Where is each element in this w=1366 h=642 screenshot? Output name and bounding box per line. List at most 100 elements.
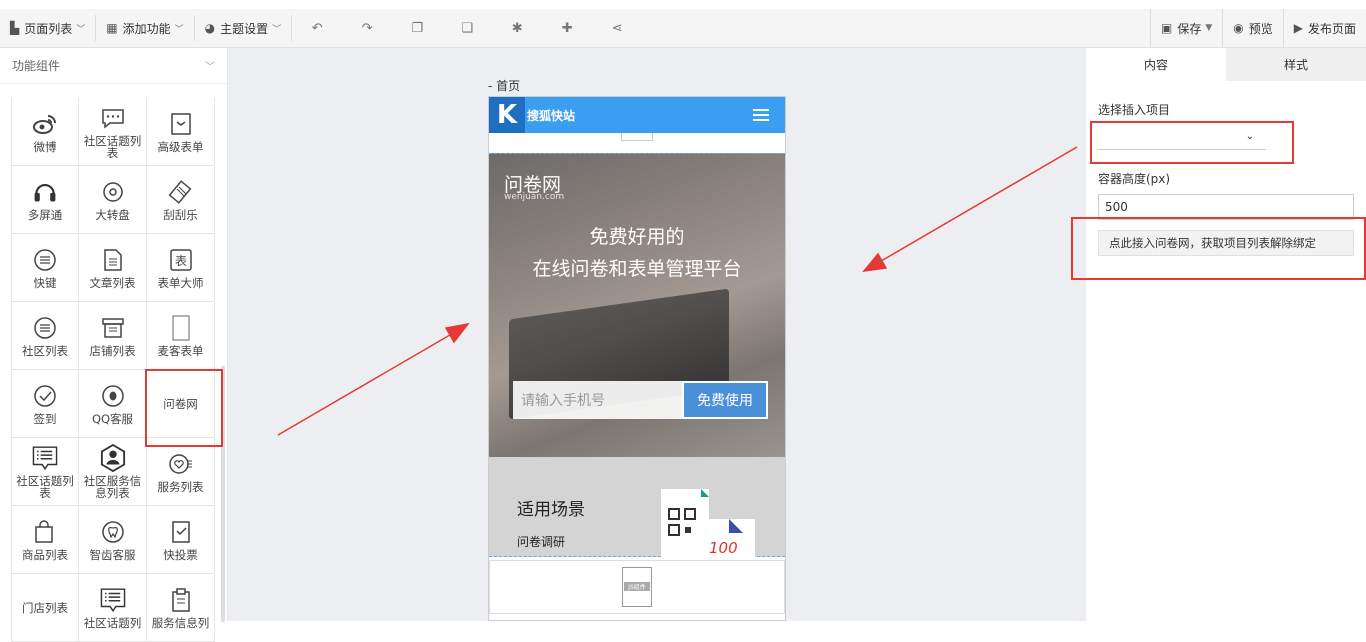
component-item[interactable]: 店铺列表	[79, 302, 147, 370]
component-item[interactable]: 文章列表	[79, 234, 147, 302]
phone-input[interactable]: 请输入手机号	[513, 381, 682, 419]
component-item-label: 微博	[33, 139, 57, 154]
site-logo: K	[489, 97, 525, 133]
banner-headline-2: 在线问卷和表单管理平台	[532, 258, 742, 280]
paste-icon[interactable]: ❏	[442, 21, 492, 36]
scene-item: 问卷调研	[517, 535, 566, 549]
component-item-label: QQ客服	[91, 411, 134, 426]
component-item[interactable]: 社区话题列表	[79, 98, 147, 166]
scene-number: 100	[709, 539, 738, 557]
scene-title: 适用场景	[517, 500, 585, 520]
js-label: JS组件	[624, 582, 650, 591]
component-item[interactable]: 快键	[11, 234, 79, 302]
eye-icon: ◉	[1233, 21, 1244, 35]
component-category-select[interactable]: 功能组件 ﹀	[0, 48, 227, 84]
component-item[interactable]: 社区服务信息列表	[79, 438, 147, 506]
component-item-label: 社区话题列表	[83, 133, 142, 160]
add-feature-label: 添加功能	[122, 21, 171, 36]
editor-canvas: - 首页 K 搜狐快站 问卷网 wenjuan.com 免费好用的 在线问卷和表…	[228, 48, 1086, 621]
component-item[interactable]: 服务信息列	[147, 574, 215, 642]
document-icon	[100, 247, 126, 273]
banner-headline-1: 免费好用的	[589, 226, 685, 248]
component-item-label: 社区列表	[22, 343, 68, 358]
component-item-label: 签到	[33, 411, 57, 426]
heart-list-icon	[168, 451, 194, 477]
component-item[interactable]: 表表单大师	[147, 234, 215, 302]
phone-preview: K 搜狐快站 问卷网 wenjuan.com 免费好用的 在线问卷和表单管理平台…	[488, 96, 786, 621]
publish-button[interactable]: ▶ 发布页面	[1282, 9, 1366, 47]
wenjuan-banner[interactable]: 问卷网 wenjuan.com 免费好用的 在线问卷和表单管理平台 请输入手机号…	[489, 153, 785, 457]
component-item[interactable]: QQ客服	[79, 370, 147, 438]
message-list-icon	[32, 445, 58, 471]
redo-icon[interactable]: ↷	[342, 21, 392, 36]
preview-label: 预览	[1248, 21, 1273, 36]
publish-label: 发布页面	[1307, 21, 1356, 36]
headset-icon	[32, 179, 58, 205]
qq-icon	[100, 383, 126, 409]
component-item[interactable]: 多屏通	[11, 166, 79, 234]
component-item-label: 社区话题列表	[16, 473, 74, 500]
component-item-label: 智齿客服	[89, 547, 136, 562]
gear-icon[interactable]: ✱	[492, 21, 542, 36]
component-item-label: 社区服务信息列表	[83, 473, 142, 500]
wheel-icon	[100, 179, 126, 205]
component-item-label: 服务列表	[157, 479, 204, 494]
component-item-label: 麦客表单	[157, 343, 204, 358]
caret-down-icon: ▼	[1205, 23, 1213, 33]
form-icon	[168, 111, 194, 137]
component-item-label: 店铺列表	[89, 343, 136, 358]
select-project-label: 选择插入项目	[1098, 103, 1171, 117]
add-feature-menu[interactable]: ▦ 添加功能 ﹀	[96, 9, 193, 47]
usage-scene-section: 适用场景 问卷调研 100	[489, 457, 785, 559]
clipboard-icon	[168, 587, 194, 613]
highlight-box-wenjuan	[145, 369, 223, 447]
component-item-label: 社区话题列	[83, 615, 142, 630]
copy-icon[interactable]: ❐	[392, 21, 442, 36]
component-item-label: 表单大师	[157, 275, 204, 290]
component-item[interactable]: 高级表单	[147, 98, 215, 166]
undo-icon[interactable]: ↶	[292, 21, 342, 36]
component-item[interactable]: 刮刮乐	[147, 166, 215, 234]
component-item[interactable]: 社区列表	[11, 302, 79, 370]
save-button[interactable]: ▣ 保存 ▼	[1149, 9, 1222, 47]
check-circle-icon	[32, 383, 58, 409]
component-item-label: 服务信息列	[151, 615, 210, 630]
table-icon: 表	[168, 247, 194, 273]
page-list-menu[interactable]: ▙ 页面列表 ﹀	[0, 9, 95, 47]
grid-icon: ▦	[106, 21, 118, 35]
component-item[interactable]: 麦客表单	[147, 302, 215, 370]
component-strip	[489, 133, 785, 153]
container-height-label: 容器高度(px)	[1098, 172, 1171, 186]
free-use-button[interactable]: 免费使用	[682, 381, 768, 419]
component-item[interactable]: 门店列表	[11, 574, 79, 642]
theme-label: 主题设置	[220, 21, 269, 36]
chat-bubble-icon	[100, 105, 126, 131]
theme-menu[interactable]: ◕ 主题设置 ﹀	[195, 9, 292, 47]
floppy-icon: ▣	[1160, 21, 1173, 35]
component-item-label: 大转盘	[95, 207, 130, 222]
share-icon[interactable]: ⋖	[592, 21, 642, 36]
component-item[interactable]: 社区话题列表	[11, 438, 79, 506]
component-item[interactable]: 快投票	[147, 506, 215, 574]
signup-form: 请输入手机号 免费使用	[513, 381, 768, 419]
hamburger-menu-icon[interactable]	[753, 109, 769, 124]
preview-button[interactable]: ◉ 预览	[1222, 9, 1283, 47]
component-item[interactable]: 微博	[11, 98, 79, 166]
list-circle-icon	[32, 315, 58, 341]
puzzle-icon[interactable]: ✚	[542, 21, 592, 36]
tab-content[interactable]: 内容	[1086, 48, 1226, 81]
site-header[interactable]: K 搜狐快站	[489, 97, 785, 133]
component-item-label: 高级表单	[157, 139, 204, 154]
js-component-block[interactable]: JS组件	[489, 560, 785, 614]
component-item[interactable]: 签到	[11, 370, 79, 438]
component-item[interactable]: 商品列表	[11, 506, 79, 574]
component-item[interactable]: 服务列表	[147, 438, 215, 506]
component-item[interactable]: 智齿客服	[79, 506, 147, 574]
page-list-label: 页面列表	[24, 21, 73, 36]
tab-style[interactable]: 样式	[1226, 48, 1366, 81]
bag-icon	[32, 519, 58, 545]
chevron-down-icon: ﹀	[205, 62, 215, 73]
component-item[interactable]: 社区话题列	[79, 574, 147, 642]
wenjuan-logo-sub: wenjuan.com	[504, 192, 565, 202]
component-item[interactable]: 大转盘	[79, 166, 147, 234]
